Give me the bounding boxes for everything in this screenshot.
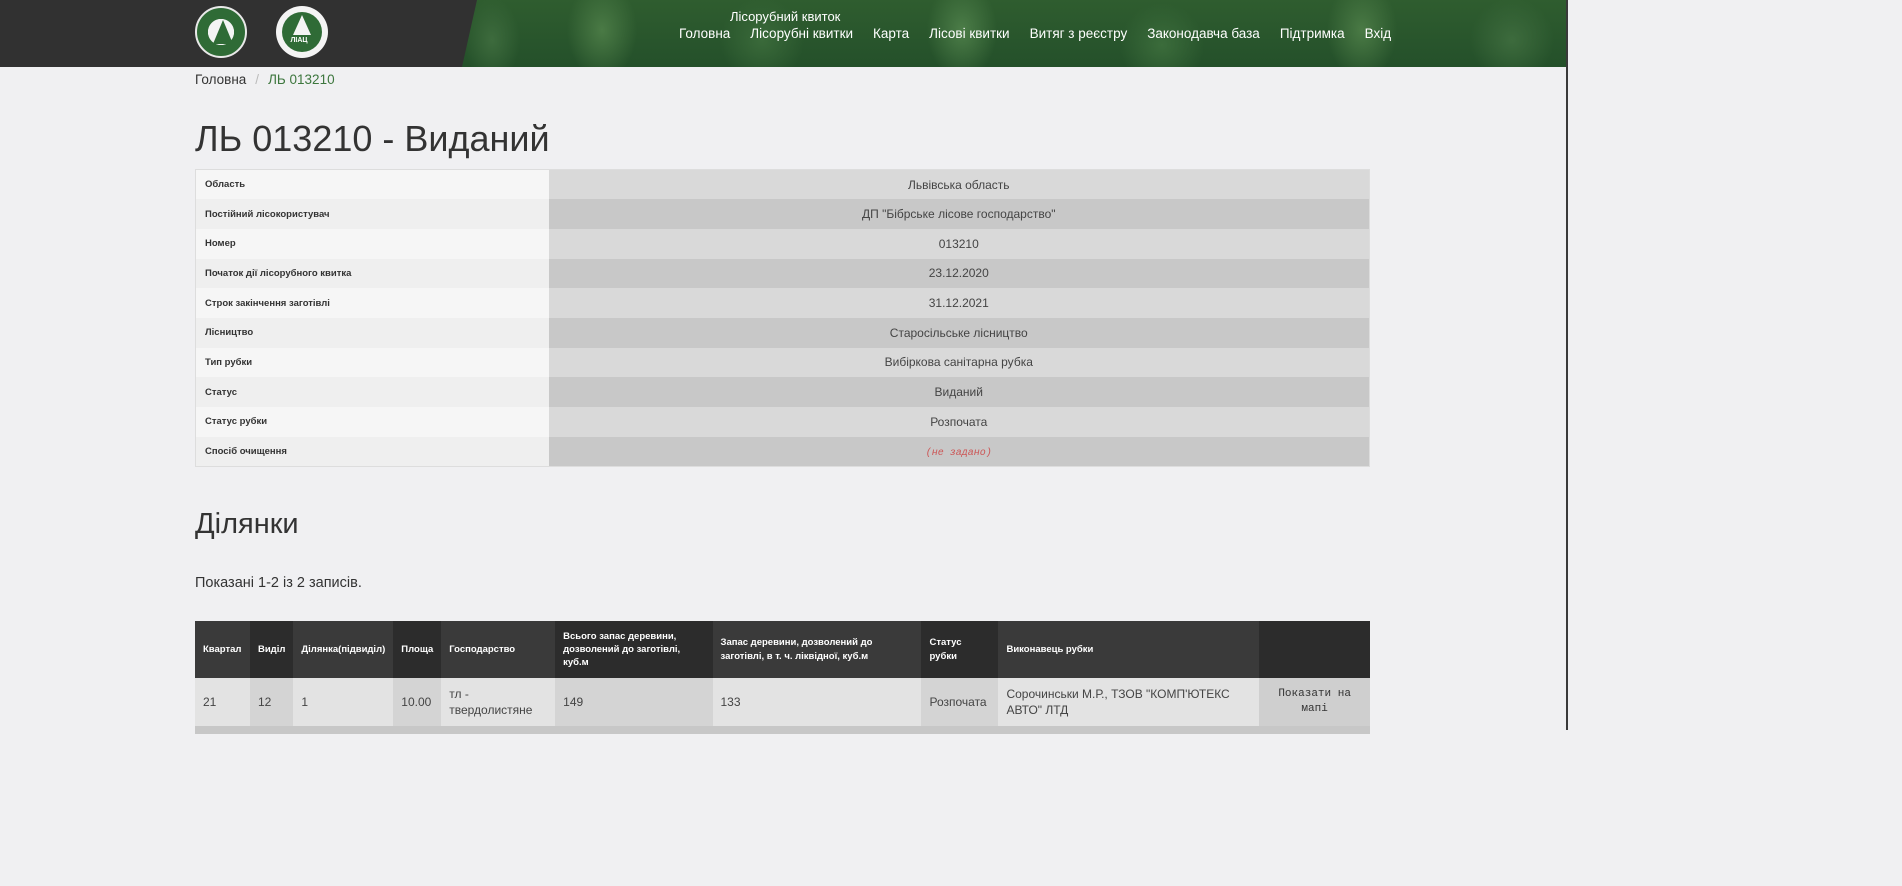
detail-label: Початок дії лісорубного квитка	[195, 258, 549, 289]
detail-row: Тип рубки Вибіркова санітарна рубка	[195, 347, 1370, 378]
nav-login[interactable]: Вхід	[1365, 26, 1391, 41]
cell-dilyanka: 1	[293, 678, 394, 726]
table-row: 21 12 1 10.00 тл - твердолистяне 149 133…	[195, 678, 1370, 726]
column-header[interactable]: Статус рубки	[921, 621, 999, 678]
detail-row: Номер 013210	[195, 228, 1370, 259]
nav-legislation[interactable]: Законодавча база	[1147, 26, 1260, 41]
detail-value: ДП "Бібрське лісове господарство"	[548, 199, 1370, 229]
nav-registry-extract[interactable]: Витяг з реєстру	[1030, 26, 1128, 41]
column-header-actions	[1259, 621, 1370, 678]
detail-label: Статус рубки	[195, 407, 549, 437]
breadcrumb-home[interactable]: Головна	[195, 72, 246, 87]
detail-value: 31.12.2021	[548, 288, 1370, 318]
liac-logo[interactable]: ЛІАЦ	[276, 6, 328, 58]
plots-header-row: Квартал Виділ Ділянка(підвиділ) Площа Го…	[195, 621, 1370, 678]
site-header: ЛІАЦ Лісорубний квиток Головна Лісорубні…	[0, 0, 1568, 67]
tree-icon	[293, 15, 311, 35]
main-nav: Головна Лісорубні квитки Карта Лісові кв…	[679, 26, 1411, 41]
cell-executor: Сорочинськи М.Р., ТЗОВ "КОМП'ЮТЕКС АВТО"…	[998, 678, 1260, 726]
nav-support[interactable]: Підтримка	[1280, 26, 1345, 41]
cell-liquid-volume: 133	[712, 678, 922, 726]
table-row-partial	[195, 726, 1370, 734]
plots-table: Квартал Виділ Ділянка(підвиділ) Площа Го…	[195, 621, 1370, 734]
not-set-value: (не задано)	[925, 447, 992, 459]
detail-label: Строк закінчення заготівлі	[195, 288, 549, 318]
detail-label: Область	[195, 169, 549, 200]
detail-value: Виданий	[548, 377, 1370, 407]
tree-icon	[213, 20, 233, 44]
detail-row: Область Львівська область	[195, 169, 1370, 200]
column-header[interactable]: Виконавець рубки	[998, 621, 1260, 678]
detail-value: Розпочата	[548, 407, 1370, 437]
detail-label: Постійний лісокористувач	[195, 199, 549, 229]
cell-area: 10.00	[393, 678, 442, 726]
detail-row: Статус рубки Розпочата	[195, 407, 1370, 437]
site-title: Лісорубний квиток	[730, 9, 841, 24]
ticket-details-table: Область Львівська область Постійний лісок…	[195, 169, 1370, 467]
detail-value: Старосільське лісництво	[548, 317, 1370, 348]
nav-map[interactable]: Карта	[873, 26, 909, 41]
scrollbar-track[interactable]	[1566, 0, 1568, 730]
column-header[interactable]: Площа	[393, 621, 442, 678]
cell-total-volume: 149	[555, 678, 713, 726]
detail-value: 23.12.2020	[548, 258, 1370, 289]
cell-gospodarstvo: тл - твердолистяне	[441, 678, 556, 726]
detail-value: 013210	[548, 228, 1370, 259]
nav-home[interactable]: Головна	[679, 26, 730, 41]
breadcrumb-separator: /	[255, 72, 260, 87]
plots-section-title: Ділянки	[195, 508, 299, 540]
cell-vydil: 12	[249, 678, 294, 726]
detail-row: Лісництво Старосільське лісництво	[195, 317, 1370, 348]
detail-value: (не задано)	[548, 436, 1370, 467]
column-header[interactable]: Квартал	[195, 621, 250, 678]
detail-row: Початок дії лісорубного квитка 23.12.2020	[195, 258, 1370, 289]
liac-logo-text: ЛІАЦ	[290, 37, 308, 44]
detail-row: Постійний лісокористувач ДП "Бібрське ліс…	[195, 199, 1370, 229]
column-header[interactable]: Всього запас деревини, дозволений до заг…	[555, 621, 713, 678]
detail-value: Львівська область	[548, 169, 1370, 200]
forestry-agency-logo[interactable]	[195, 6, 247, 58]
nav-forest-tickets[interactable]: Лісові квитки	[929, 26, 1009, 41]
show-on-map-button[interactable]: Показати на мапі	[1259, 678, 1370, 726]
column-header[interactable]: Виділ	[249, 621, 294, 678]
detail-label: Статус	[195, 377, 549, 407]
cell-status: Розпочата	[921, 678, 999, 726]
cell-kvartal: 21	[195, 678, 250, 726]
page-title: ЛЬ 013210 - Виданий	[195, 118, 550, 159]
detail-label: Номер	[195, 228, 549, 259]
detail-value: Вибіркова санітарна рубка	[548, 347, 1370, 378]
detail-row: Спосіб очищення (не задано)	[195, 436, 1370, 467]
detail-label: Лісництво	[195, 317, 549, 348]
breadcrumb-current: ЛЬ 013210	[268, 72, 335, 87]
detail-label: Спосіб очищення	[195, 436, 549, 467]
column-header[interactable]: Ділянка(підвиділ)	[293, 621, 394, 678]
detail-row: Статус Виданий	[195, 377, 1370, 407]
column-header[interactable]: Запас деревини, дозволений до заготівлі,…	[712, 621, 922, 678]
nav-logging-tickets[interactable]: Лісорубні квитки	[750, 26, 853, 41]
records-summary: Показані 1-2 із 2 записів.	[195, 575, 362, 591]
breadcrumb: Головна / ЛЬ 013210	[195, 72, 335, 87]
detail-label: Тип рубки	[195, 347, 549, 378]
column-header[interactable]: Господарство	[441, 621, 556, 678]
detail-row: Строк закінчення заготівлі 31.12.2021	[195, 288, 1370, 318]
